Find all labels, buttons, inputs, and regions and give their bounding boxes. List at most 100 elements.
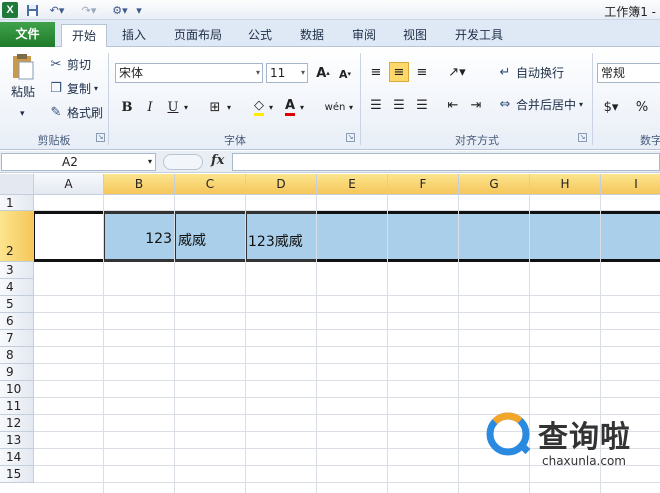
font-name-value: 宋体 [119, 66, 144, 80]
quick-access-menu-icon[interactable]: ▾ [134, 2, 144, 18]
column-header-d[interactable]: D [246, 174, 317, 195]
merge-center-button[interactable]: ⇔ 合并后居中 ▾ [497, 96, 583, 113]
font-launcher-icon[interactable]: ↘ [346, 133, 355, 142]
shrink-font-button[interactable]: A ▾ [335, 64, 355, 84]
tab-page-layout[interactable]: 页面布局 [168, 24, 228, 47]
row-header-11[interactable]: 11 [0, 398, 34, 415]
row-header-1[interactable]: 1 [0, 195, 34, 211]
align-right-icon[interactable]: ☰ [412, 95, 432, 115]
save-icon[interactable] [24, 2, 40, 18]
window-title: 工作簿1 - [604, 5, 656, 19]
increase-indent-icon[interactable]: ⇥ [466, 95, 486, 115]
decrease-indent-icon[interactable]: ⇤ [443, 95, 463, 115]
row-header-3[interactable]: 3 [0, 262, 34, 279]
font-color-dropdown-icon[interactable]: ▾ [297, 97, 307, 117]
row-header-13[interactable]: 13 [0, 432, 34, 449]
row-header-15[interactable]: 15 [0, 466, 34, 483]
align-middle-icon[interactable]: ≡ [389, 62, 409, 82]
paste-label: 粘贴 [10, 85, 35, 99]
orientation-icon[interactable]: ↗▾ [444, 62, 470, 82]
column-header-h[interactable]: H [530, 174, 601, 195]
bold-button[interactable]: B [117, 97, 137, 117]
phonetic-button[interactable]: wén [322, 97, 348, 117]
font-name-combo[interactable]: 宋体 ▾ [115, 63, 263, 83]
alignment-launcher-icon[interactable]: ↘ [578, 133, 587, 142]
borders-dropdown-icon[interactable]: ▾ [224, 97, 234, 117]
underline-button[interactable]: U [163, 97, 183, 117]
fill-color-dropdown-icon[interactable]: ▾ [266, 97, 276, 117]
tab-data[interactable]: 数据 [292, 24, 332, 47]
clipboard-launcher-icon[interactable]: ↘ [96, 133, 105, 142]
formula-input[interactable] [232, 153, 660, 171]
column-header-f[interactable]: F [388, 174, 459, 195]
align-center-icon[interactable]: ☰ [389, 95, 409, 115]
number-format-value: 常规 [601, 66, 626, 80]
name-box[interactable]: A2 ▾ [1, 153, 156, 171]
excel-app-icon[interactable]: X [2, 2, 18, 18]
formula-bar: A2 ▾ fx [0, 151, 660, 173]
row-header-8[interactable]: 8 [0, 347, 34, 364]
paste-dropdown-icon[interactable]: ▾ [20, 109, 25, 119]
cell-d2-value: 123威威 [248, 234, 303, 250]
font-size-combo[interactable]: 11 ▾ [266, 63, 308, 83]
borders-icon[interactable]: ⊞ [205, 97, 225, 117]
formula-bar-handle[interactable] [163, 154, 203, 170]
number-format-combo[interactable]: 常规 [597, 63, 660, 83]
wrap-text-label: 自动换行 [516, 66, 565, 80]
row-header-2[interactable]: 2 [0, 211, 34, 262]
tab-formulas[interactable]: 公式 [240, 24, 280, 47]
customize-toolbar-icon[interactable]: ⚙▾ [110, 2, 130, 18]
align-left-icon[interactable]: ☰ [366, 95, 386, 115]
row-header-10[interactable]: 10 [0, 381, 34, 398]
row-header-12[interactable]: 12 [0, 415, 34, 432]
chevron-down-icon: ▾ [300, 68, 305, 77]
format-painter-button[interactable]: ✎ 格式刷 [48, 104, 103, 121]
row-header-4[interactable]: 4 [0, 279, 34, 296]
column-header-e[interactable]: E [317, 174, 388, 195]
tab-home[interactable]: 开始 [61, 24, 107, 48]
row-gridline [34, 380, 660, 381]
select-all-corner[interactable] [0, 174, 34, 195]
tab-developer[interactable]: 开发工具 [447, 24, 511, 47]
undo-icon[interactable]: ↶▾ [46, 2, 68, 18]
cell-b2-value: 123 [145, 231, 172, 247]
merge-icon: ⇔ [499, 97, 511, 112]
accounting-format-icon[interactable]: $▾ [598, 97, 624, 117]
align-bottom-icon[interactable]: ≡ [412, 62, 432, 82]
column-header-c[interactable]: C [175, 174, 246, 195]
grow-font-button[interactable]: A ▴ [313, 63, 333, 83]
font-size-value: 11 [270, 66, 286, 80]
column-header-a[interactable]: A [34, 174, 104, 195]
number-group-label: 数字 [640, 134, 660, 147]
wrap-text-button[interactable]: ↵ 自动换行 [497, 64, 564, 81]
name-box-value: A2 [62, 155, 78, 169]
underline-dropdown-icon[interactable]: ▾ [181, 97, 191, 117]
cut-button[interactable]: ✂ 剪切 [48, 56, 91, 73]
row-gridline [34, 295, 660, 296]
row-header-7[interactable]: 7 [0, 330, 34, 347]
copy-label: 复制 [67, 82, 92, 96]
row-header-14[interactable]: 14 [0, 449, 34, 466]
active-cell-a2[interactable] [34, 211, 104, 262]
tab-file[interactable]: 文件 [0, 22, 55, 47]
row-header-6[interactable]: 6 [0, 313, 34, 330]
column-header-i[interactable]: I [601, 174, 660, 195]
tab-review[interactable]: 审阅 [344, 24, 384, 47]
italic-button[interactable]: I [140, 97, 160, 117]
paste-button[interactable]: 粘贴 [8, 53, 38, 100]
insert-function-icon[interactable]: fx [211, 153, 224, 168]
tab-view[interactable]: 视图 [395, 24, 435, 47]
column-header-b[interactable]: B [104, 174, 175, 195]
row-header-9[interactable]: 9 [0, 364, 34, 381]
redo-icon[interactable]: ↷▾ [78, 2, 100, 18]
ribbon-tabs: 文件 开始 插入 页面布局 公式 数据 审阅 视图 开发工具 [0, 20, 660, 48]
row-header-5[interactable]: 5 [0, 296, 34, 313]
percent-button[interactable]: % [632, 97, 652, 117]
watermark-logo-icon [486, 412, 531, 456]
phonetic-dropdown-icon[interactable]: ▾ [346, 97, 356, 117]
copy-button[interactable]: ❐ 复制 ▾ [48, 80, 98, 97]
align-top-icon[interactable]: ≡ [366, 62, 386, 82]
tab-insert[interactable]: 插入 [114, 24, 154, 47]
format-painter-label: 格式刷 [67, 106, 104, 120]
column-header-g[interactable]: G [459, 174, 530, 195]
